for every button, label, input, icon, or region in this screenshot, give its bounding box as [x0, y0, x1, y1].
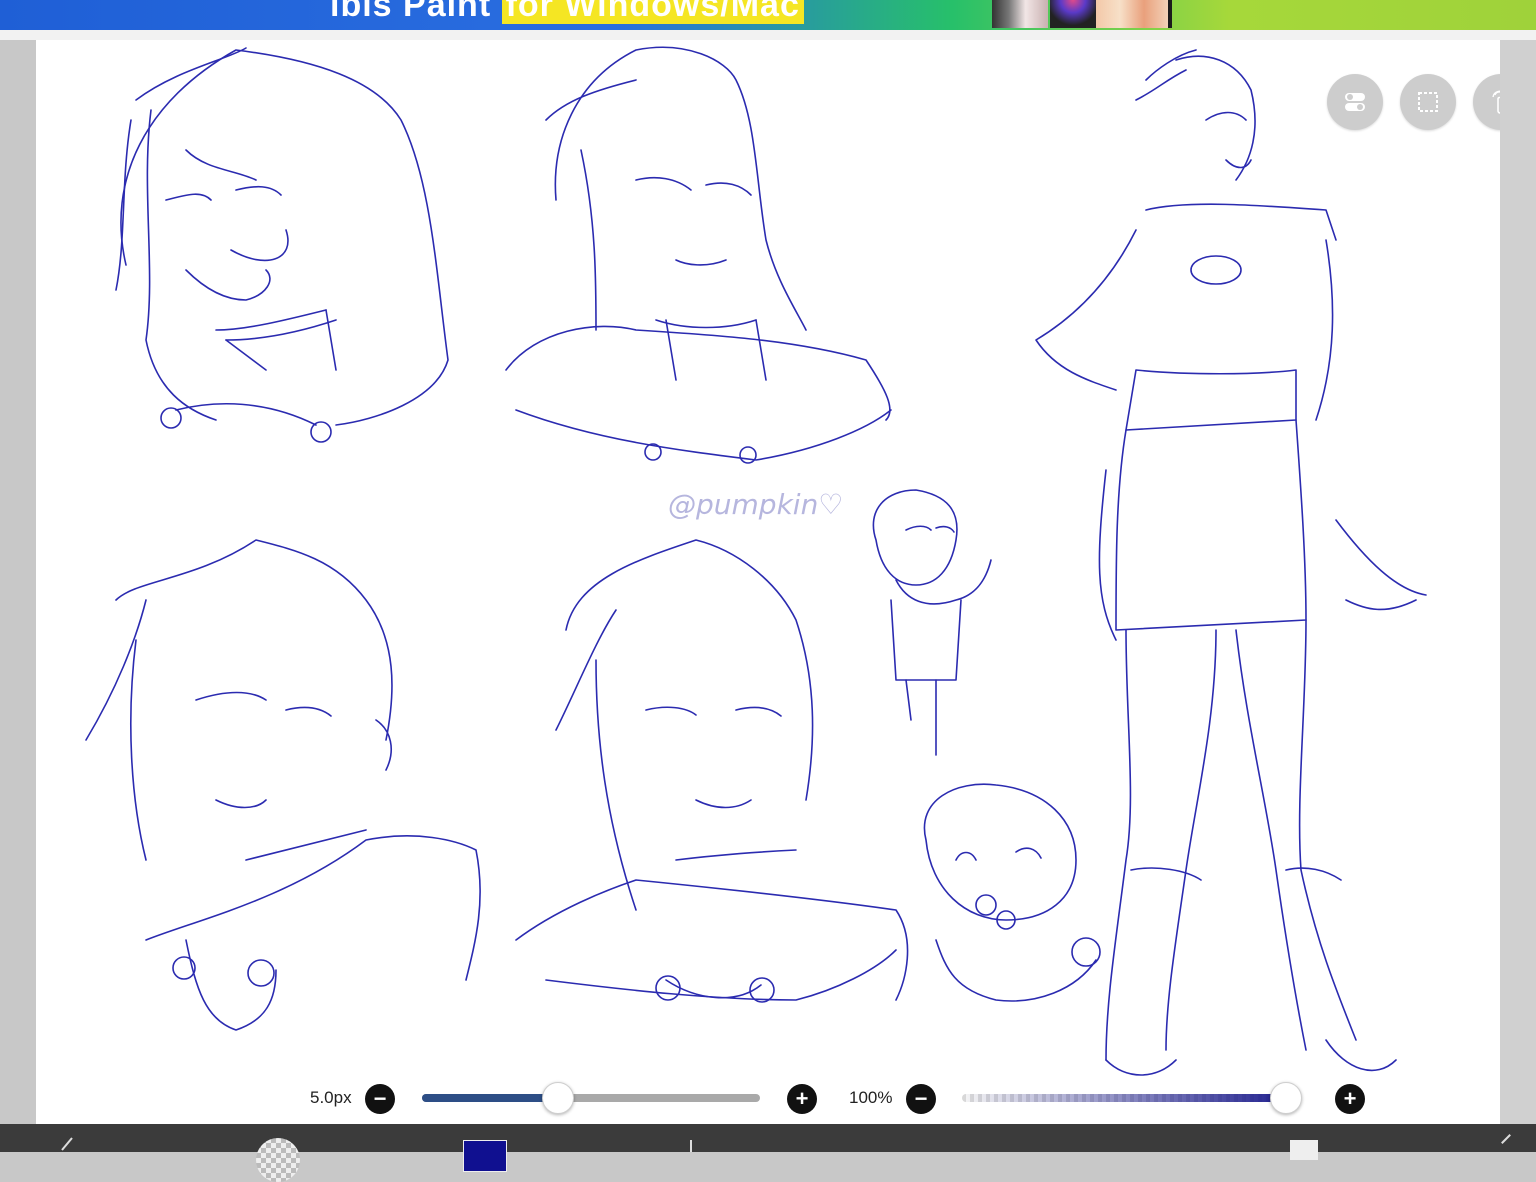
toggle-button[interactable]: [1327, 74, 1383, 130]
ad-thumbnail: [1096, 0, 1168, 28]
banner-separator: [0, 30, 1536, 40]
ad-thumbnail: [992, 0, 1048, 28]
selection-button[interactable]: [1400, 74, 1456, 130]
brush-size-decrease-button[interactable]: −: [365, 1084, 395, 1114]
ad-text-prefix: ibis Paint: [330, 0, 492, 24]
brush-tool-icon[interactable]: [58, 1134, 84, 1152]
selection-icon: [1418, 92, 1438, 112]
sketch-full-body: [1035, 49, 1427, 1076]
sketch-head-3: [85, 539, 481, 1031]
drawing-canvas[interactable]: @pumpkin♡: [36, 40, 1529, 1124]
brush-slider-bar: 5.0px − + 100% − +: [0, 1076, 1536, 1120]
brush-size-slider-fill: [422, 1094, 558, 1102]
ad-app-icon: [1050, 0, 1096, 28]
toolbar-separator: [690, 1140, 692, 1152]
opacity-slider[interactable]: [962, 1082, 1302, 1114]
back-arrow-icon[interactable]: [1501, 1134, 1511, 1144]
ad-banner[interactable]: ibis Paint for Windows/Mac: [0, 0, 1536, 30]
current-color-swatch[interactable]: [463, 1140, 507, 1172]
brush-size-increase-button[interactable]: +: [787, 1084, 817, 1114]
opacity-slider-knob[interactable]: [1270, 1082, 1302, 1114]
watermark-text: @pumpkin♡: [668, 488, 844, 521]
brush-size-slider[interactable]: [422, 1082, 760, 1114]
sketch-head-1: [115, 47, 449, 443]
brush-size-label: 5.0px: [310, 1088, 352, 1107]
ad-divider: [1168, 0, 1172, 28]
sketch-artwork: [85, 46, 1427, 1076]
brush-size-slider-knob[interactable]: [542, 1082, 575, 1114]
layer-icon[interactable]: [1290, 1140, 1318, 1160]
sketch-head-4: [515, 539, 909, 1003]
sketch-head-2: [505, 46, 892, 464]
ad-text-highlight: for Windows/Mac: [501, 0, 804, 24]
right-gutter: [1500, 40, 1536, 1124]
opacity-label: 100%: [849, 1088, 893, 1107]
opacity-decrease-button[interactable]: −: [906, 1084, 936, 1114]
brush-preview-icon[interactable]: [256, 1138, 300, 1182]
ad-banner-text: ibis Paint for Windows/Mac: [330, 0, 804, 25]
opacity-increase-button[interactable]: +: [1335, 1084, 1365, 1114]
sketch-chibi-2: [923, 783, 1101, 1002]
bottom-toolbar: [0, 1124, 1536, 1182]
toggle-icon: [1345, 93, 1365, 111]
sketch-chibi-1: [872, 489, 992, 756]
